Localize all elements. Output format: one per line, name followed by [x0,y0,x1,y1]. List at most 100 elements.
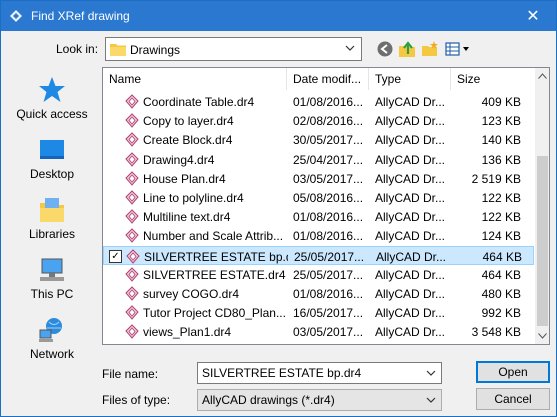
file-size-cell: 2 519 KB [471,171,521,186]
place-libraries[interactable]: Libraries [6,195,98,255]
file-size-cell: 992 KB [481,306,521,321]
file-date-cell: 25/05/2017... [294,249,365,264]
row-checkbox[interactable]: ✓ [109,249,122,263]
file-type-cell: AllyCAD Dr... [375,229,446,244]
file-row[interactable]: Multiline text.dr4 01/08/2016... AllyCAD D… [103,207,534,226]
network-icon [39,318,62,342]
place-label: Desktop [29,167,75,181]
file-row[interactable]: views_Plan1.dr4 03/05/2017... AllyCAD Dr..… [103,322,534,341]
file-name-cell: Copy to layer.dr4 [143,114,234,129]
file-date-cell: 05/08/2016... [293,191,364,205]
file-type-cell: AllyCAD Dr... [375,114,446,129]
chevron-down-icon [345,45,355,51]
file-name-cell: House Plan.dr4 [143,171,226,186]
file-row[interactable]: Tutor Project CD80_Plan... 16/05/2017... A… [103,303,534,322]
file-date-cell: 01/08/2016... [293,95,364,109]
file-name-cell: views_Plan1.dr4 [143,325,232,340]
up-folder-icon[interactable] [398,40,416,58]
file-date-cell: 03/05/2017... [293,325,364,340]
file-size-cell: 140 KB [481,133,521,148]
file-name-input[interactable]: SILVERTREE ESTATE bp.dr4 [197,362,442,384]
dr4-file-icon [126,248,140,264]
file-row[interactable]: House Plan.dr4 03/05/2017... AllyCAD Dr...… [103,169,534,188]
file-row[interactable]: Create Block.dr4 30/05/2017... AllyCAD Dr.… [103,130,534,149]
folder-icon [110,44,126,56]
column-header-date[interactable]: Date modif... [287,68,369,90]
file-name-cell: SILVERTREE ESTATE.dr4 [143,267,286,282]
back-icon[interactable] [376,40,394,58]
place-quick-access[interactable]: Quick access [6,75,98,135]
open-button[interactable]: Open [476,361,550,383]
file-type-cell: AllyCAD Dr... [375,133,446,148]
file-row[interactable]: ✓ SILVERTREE ESTATE bp.dr4 25/05/2017... Al… [103,245,534,265]
title-bar[interactable]: Find XRef drawing ✕ [1,1,556,31]
dr4-file-icon [125,324,139,340]
look-in-value: Drawings [130,43,181,57]
place-label: Quick access [16,107,88,121]
file-type-cell: AllyCAD Dr... [375,95,446,109]
file-size-cell: 464 KB [481,267,521,282]
files-of-type-combo[interactable]: AllyCAD drawings (*.dr4) [197,389,442,411]
dr4-file-icon [125,209,139,224]
file-size-cell: 409 KB [481,95,521,109]
file-date-cell: 30/05/2017... [293,133,364,148]
file-size-cell: 136 KB [481,152,521,167]
file-size-cell: 122 KB [481,210,521,225]
file-type-cell: AllyCAD Dr... [376,249,447,264]
view-menu-icon[interactable] [444,40,472,58]
libraries-icon [40,198,64,222]
column-header-name[interactable]: Name [103,68,287,90]
file-type-cell: AllyCAD Dr... [375,325,446,340]
file-type-cell: AllyCAD Dr... [375,171,446,186]
dr4-file-icon [125,113,139,128]
column-header-size[interactable]: Size [451,68,535,90]
file-name-cell: Number and Scale Attrib... [143,229,284,244]
column-header-type[interactable]: Type [369,68,451,90]
file-name-cell: Tutor Project CD80_Plan... [143,306,286,321]
file-date-cell: 01/08/2016... [293,210,364,225]
file-name-label: File name: [102,367,159,381]
dr4-file-icon [125,151,139,167]
quick-access-star-icon [39,77,65,102]
file-row[interactable]: Copy to layer.dr4 02/08/2016... AllyCAD Dr… [103,111,534,130]
file-size-cell: 123 KB [481,114,521,129]
look-in-label: Look in: [56,42,99,56]
cancel-button[interactable]: Cancel [476,388,550,410]
place-network[interactable]: Network [6,315,98,375]
file-row[interactable]: Coordinate Table.dr4 01/08/2016... AllyCAD… [103,92,534,111]
file-size-cell: 3 548 KB [471,325,521,340]
file-row[interactable]: Line to polyline.dr4 05/08/2016... AllyCAD… [103,188,534,207]
file-row[interactable]: Drawing4.dr4 25/04/2017... AllyCAD Dr... 13… [103,150,534,169]
file-name-cell: SILVERTREE ESTATE bp.dr4 [144,249,288,264]
place-this-pc[interactable]: This PC [6,255,98,315]
places-bar: Quick access Desktop Libraries This PC N… [6,69,98,369]
close-button[interactable]: ✕ [510,1,556,31]
look-in-combo[interactable]: Drawings [105,37,362,61]
dr4-file-icon [125,286,139,301]
scroll-down-icon[interactable] [538,333,547,339]
vertical-scrollbar[interactable] [535,68,549,344]
file-row[interactable]: survey COGO.dr4 01/08/2016... AllyCAD Dr..… [103,284,534,303]
files-of-type-label: Files of type: [102,393,171,407]
dr4-file-icon [125,132,139,148]
desktop-icon [40,140,64,159]
app-icon [10,10,22,22]
file-list[interactable]: Name Date modif... Type Size Coordinate … [102,67,550,345]
file-name-cell: Drawing4.dr4 [143,152,215,167]
new-folder-icon[interactable] [421,40,439,58]
scroll-thumb[interactable] [537,156,548,326]
file-row[interactable]: Number and Scale Attrib... 01/08/2016... A… [103,226,534,245]
file-date-cell: 02/08/2016... [293,114,364,129]
place-label: This PC [30,287,74,301]
scroll-up-icon[interactable] [538,73,547,79]
file-name-cell: Line to polyline.dr4 [143,191,244,205]
file-name-cell: Create Block.dr4 [143,133,233,148]
this-pc-icon [40,258,64,281]
file-name-cell: Coordinate Table.dr4 [143,95,255,109]
file-name-cell: survey COGO.dr4 [143,287,240,301]
place-label: Network [29,347,74,361]
file-row[interactable]: SILVERTREE ESTATE.dr4 25/05/2017... AllyCA… [103,265,534,284]
file-size-cell: 480 KB [481,287,521,301]
place-desktop[interactable]: Desktop [6,135,98,195]
chevron-down-icon[interactable] [426,368,436,378]
